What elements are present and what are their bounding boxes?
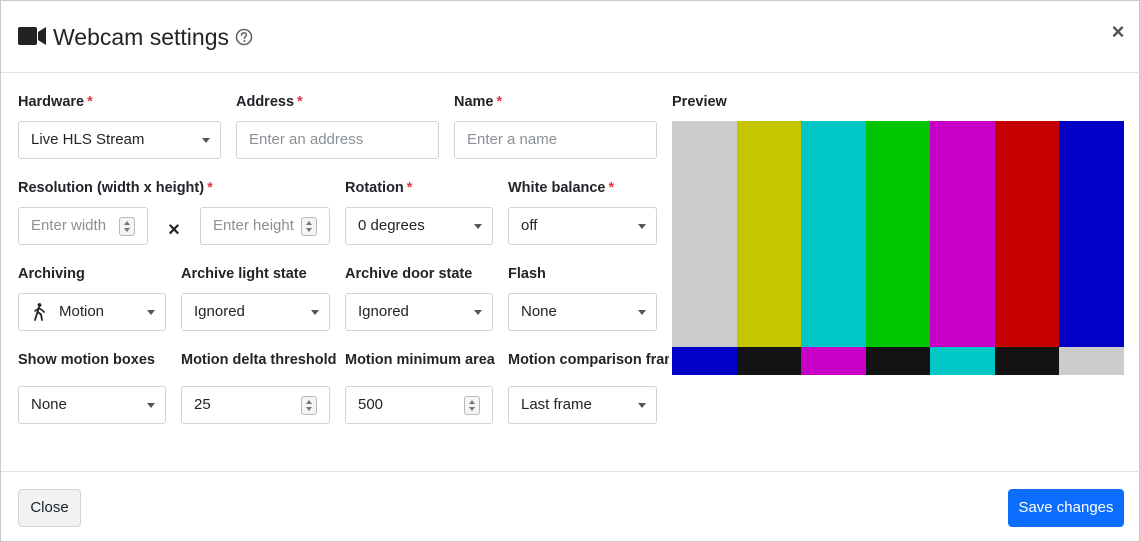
archive-door-state-value: Ignored — [358, 303, 409, 320]
show-motion-boxes-label: Show motion boxes — [18, 352, 155, 368]
archiving-select[interactable]: Motion — [18, 293, 166, 331]
preview-label: Preview — [672, 94, 727, 110]
flash-label: Flash — [508, 266, 546, 282]
resolution-height-input[interactable]: Enter height — [200, 207, 330, 245]
color-bar — [801, 121, 866, 347]
name-label: Name * — [454, 94, 503, 110]
hardware-select[interactable]: Live HLS Stream — [18, 121, 221, 159]
walking-person-icon — [34, 303, 45, 321]
webcam-settings-dialog: Webcam settings × Hardware * Live HLS Str… — [0, 0, 1140, 542]
color-bar-lower — [930, 347, 995, 375]
delta-spinner-icon[interactable] — [301, 396, 317, 415]
flash-select-value: None — [521, 303, 557, 320]
archive-light-state-select[interactable]: Ignored — [181, 293, 330, 331]
motion-delta-threshold-label: Motion delta threshold — [181, 352, 337, 368]
motion-delta-threshold-value: 25 — [194, 396, 211, 413]
archive-light-state-value: Ignored — [194, 303, 245, 320]
times-icon: × — [168, 219, 180, 241]
motion-comparison-frame-value: Last frame — [521, 396, 592, 413]
resolution-label: Resolution (width x height) * — [18, 180, 213, 196]
dialog-footer — [1, 471, 1140, 542]
name-placeholder: Enter a name — [467, 131, 558, 148]
width-placeholder: Enter width — [31, 217, 107, 234]
chevron-down-icon — [147, 310, 155, 315]
help-circle-icon[interactable] — [235, 28, 253, 46]
motion-minimum-area-label: Motion minimum area — [345, 352, 495, 368]
chevron-down-icon — [638, 310, 646, 315]
color-bar-lower — [801, 347, 866, 375]
color-bar-lower — [737, 347, 801, 375]
archive-light-state-label: Archive light state — [181, 266, 307, 282]
resolution-width-input[interactable]: Enter width — [18, 207, 148, 245]
chevron-down-icon — [638, 224, 646, 229]
white-balance-select[interactable]: off — [508, 207, 657, 245]
archive-door-state-select[interactable]: Ignored — [345, 293, 493, 331]
show-motion-boxes-select[interactable]: None — [18, 386, 166, 424]
archiving-select-value: Motion — [59, 303, 105, 320]
color-bar — [995, 121, 1059, 347]
color-bar — [866, 121, 930, 347]
color-bar-lower — [672, 347, 737, 375]
show-motion-boxes-value: None — [31, 396, 67, 413]
color-bar — [1059, 121, 1124, 347]
chevron-down-icon — [638, 403, 646, 408]
address-placeholder: Enter an address — [249, 131, 364, 148]
chevron-down-icon — [202, 138, 210, 143]
color-bar — [672, 121, 737, 347]
chevron-down-icon — [474, 224, 482, 229]
height-spinner-icon[interactable] — [301, 217, 317, 236]
name-input[interactable]: Enter a name — [454, 121, 657, 159]
motion-minimum-area-value: 500 — [358, 396, 384, 413]
color-bar-lower — [995, 347, 1059, 375]
color-bar-lower — [1059, 347, 1124, 375]
chevron-down-icon — [311, 310, 319, 315]
dialog-header: Webcam settings × — [1, 1, 1140, 73]
preview-color-bars — [672, 121, 1124, 375]
chevron-down-icon — [474, 310, 482, 315]
color-bar — [930, 121, 995, 347]
width-spinner-icon[interactable] — [119, 217, 135, 236]
flash-select[interactable]: None — [508, 293, 657, 331]
rotation-select[interactable]: 0 degrees — [345, 207, 493, 245]
motion-comparison-frame-label: Motion comparison frame — [508, 352, 669, 368]
motion-delta-threshold-input[interactable]: 25 — [181, 386, 330, 424]
archiving-label: Archiving — [18, 266, 85, 282]
height-placeholder: Enter height — [213, 217, 294, 234]
white-balance-select-value: off — [521, 217, 538, 234]
dialog-title: Webcam settings — [53, 24, 229, 50]
video-camera-icon — [18, 27, 46, 45]
rotation-select-value: 0 degrees — [358, 217, 425, 234]
area-spinner-icon[interactable] — [464, 396, 480, 415]
close-button[interactable]: Close — [18, 489, 81, 527]
hardware-label: Hardware * — [18, 94, 93, 110]
color-bar — [737, 121, 801, 347]
rotation-label: Rotation * — [345, 180, 413, 196]
archive-door-state-label: Archive door state — [345, 266, 473, 282]
address-label: Address * — [236, 94, 303, 110]
chevron-down-icon — [147, 403, 155, 408]
white-balance-label: White balance * — [508, 180, 615, 196]
motion-comparison-frame-select[interactable]: Last frame — [508, 386, 657, 424]
motion-minimum-area-input[interactable]: 500 — [345, 386, 493, 424]
address-input[interactable]: Enter an address — [236, 121, 439, 159]
save-changes-button[interactable]: Save changes — [1008, 489, 1124, 527]
hardware-select-value: Live HLS Stream — [31, 131, 145, 148]
close-icon[interactable]: × — [1107, 19, 1129, 45]
color-bar-lower — [866, 347, 930, 375]
